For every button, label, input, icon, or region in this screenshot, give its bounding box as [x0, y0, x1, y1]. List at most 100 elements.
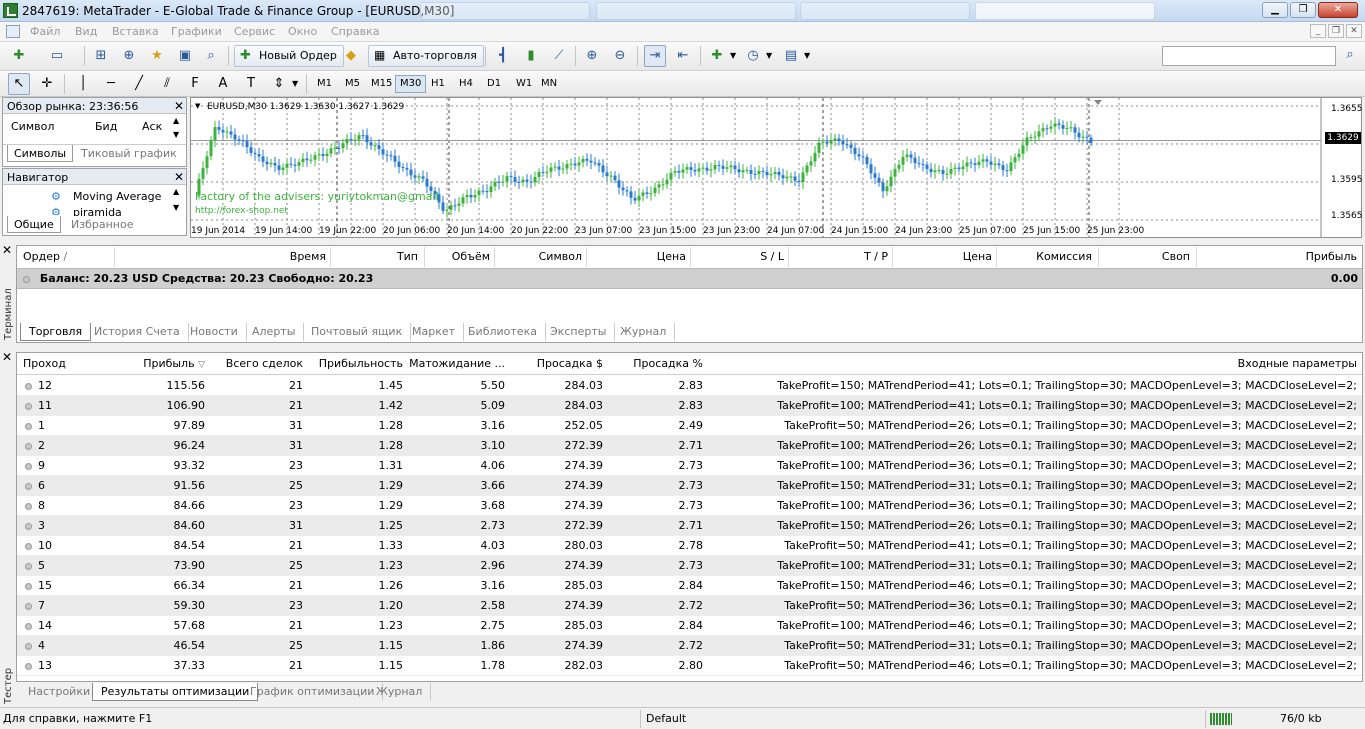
timeframe-h1[interactable]: H1 — [426, 75, 450, 93]
column-stop-loss[interactable]: S / L — [693, 247, 789, 267]
balance-row[interactable]: Баланс: 20.23 USD Средства: 20.23 Свобод… — [17, 268, 1362, 289]
tab-favorites[interactable]: Избранное — [65, 216, 139, 233]
chevron-down-icon[interactable]: ▼ — [766, 51, 772, 60]
profiles-icon[interactable]: ▭ — [46, 45, 68, 67]
mdi-restore-button[interactable]: ❐ — [1328, 24, 1344, 38]
timeframe-w1[interactable]: W1 — [511, 75, 537, 93]
table-row[interactable]: 5 73.90 25 1.23 2.96 274.39 2.73 TakeProfit=100… — [17, 556, 1362, 576]
search-input[interactable] — [1162, 46, 1336, 66]
vertical-line-icon[interactable]: │ — [72, 73, 94, 95]
text-label-icon[interactable]: T — [240, 73, 262, 95]
templates-icon[interactable]: ▤ — [780, 45, 802, 67]
table-row[interactable]: 3 84.60 31 1.25 2.73 272.39 2.71 TakeProfit=150… — [17, 516, 1362, 536]
column-commission[interactable]: Комиссия — [999, 247, 1099, 267]
menu-window[interactable]: Окно — [288, 25, 317, 38]
tab-trade[interactable]: Торговля — [20, 323, 92, 341]
terminal-icon[interactable]: ▣ — [174, 45, 196, 67]
fibonacci-icon[interactable]: F — [184, 73, 206, 95]
indicators-icon[interactable]: ✚ — [706, 45, 728, 67]
tab-tick-chart[interactable]: Тиковый график — [75, 145, 183, 162]
column-symbol[interactable]: Символ — [497, 247, 587, 267]
tab-market[interactable]: Маркет — [404, 323, 465, 341]
line-chart-icon[interactable]: ⟋ — [548, 45, 570, 67]
minimize-button[interactable]: ▁ — [1262, 2, 1288, 18]
equidistant-channel-icon[interactable]: ⫽ — [156, 73, 178, 95]
column-profit-factor[interactable]: Прибыльность — [307, 354, 403, 374]
tab-experts[interactable]: Эксперты — [542, 323, 616, 341]
navigator-item-piramida[interactable]: piramida — [73, 206, 122, 216]
text-icon[interactable]: A — [212, 73, 234, 95]
column-drawdown-percent[interactable]: Просадка % — [607, 354, 703, 374]
column-drawdown-usd[interactable]: Просадка $ — [507, 354, 603, 374]
timeframe-m15[interactable]: M15 — [366, 75, 397, 93]
menu-help[interactable]: Справка — [331, 25, 379, 38]
table-row[interactable]: 10 84.54 21 1.33 4.03 280.03 2.78 TakeProfit=50… — [17, 536, 1362, 556]
tab-alerts[interactable]: Алерты — [244, 323, 305, 341]
horizontal-line-icon[interactable]: ─ — [100, 73, 122, 95]
tab-news[interactable]: Новости — [182, 323, 247, 341]
maximize-button[interactable]: ❐ — [1290, 2, 1316, 18]
chart-window-icon[interactable] — [6, 25, 20, 38]
navigator-icon[interactable]: ★ — [146, 45, 168, 67]
navigator-item-moving-average[interactable]: Moving Average — [73, 190, 161, 203]
tab-optimization-graph[interactable]: График оптимизации — [242, 683, 384, 701]
chart-menu-triangle-icon[interactable]: ▼ — [195, 102, 200, 110]
table-row[interactable]: 8 84.66 23 1.29 3.68 274.39 2.73 TakeProfit=100… — [17, 496, 1362, 516]
scroll-up-icon[interactable]: ▲ — [173, 116, 179, 125]
table-row[interactable]: 1 97.89 31 1.28 3.16 252.05 2.49 TakeProfit=50;… — [17, 416, 1362, 436]
column-order[interactable]: Ордер / — [23, 247, 115, 267]
tab-common[interactable]: Общие — [7, 216, 61, 233]
table-row[interactable]: 7 59.30 23 1.20 2.58 274.39 2.72 TakeProfit=50;… — [17, 596, 1362, 616]
timeframe-mn[interactable]: MN — [536, 75, 562, 93]
tab-symbols[interactable]: Символы — [7, 145, 74, 162]
column-price-current[interactable]: Цена — [895, 247, 997, 267]
column-pass[interactable]: Проход — [23, 354, 107, 374]
tab-tester-journal[interactable]: Журнал — [368, 683, 432, 701]
table-row[interactable]: 2 96.24 31 1.28 3.10 272.39 2.71 TakeProfit=100… — [17, 436, 1362, 456]
mdi-minimize-button[interactable]: _ — [1310, 24, 1326, 38]
timeframe-m30[interactable]: M30 — [395, 75, 427, 93]
price-chart[interactable]: ▼ EURUSD,M30 1.3629 1.3630 1.3627 1.3629… — [190, 97, 1362, 238]
column-ask[interactable]: Аск — [142, 120, 162, 133]
table-row[interactable]: 9 93.32 23 1.31 4.06 274.39 2.73 TakeProfit=100… — [17, 456, 1362, 476]
column-symbol[interactable]: Символ — [11, 120, 54, 133]
column-type[interactable]: Тип — [333, 247, 425, 267]
column-take-profit[interactable]: T / P — [791, 247, 893, 267]
chevron-down-icon[interactable]: ▼ — [730, 51, 736, 60]
table-row[interactable]: 14 57.68 21 1.23 2.75 285.03 2.84 TakeProfit=10… — [17, 616, 1362, 636]
chart-shift-icon[interactable]: ⇤ — [672, 45, 694, 67]
chevron-down-icon[interactable]: ▼ — [804, 51, 810, 60]
cursor-icon[interactable]: ↖ — [8, 73, 30, 95]
trendline-icon[interactable]: ╱ — [128, 73, 150, 95]
timeframe-h4[interactable]: H4 — [454, 75, 478, 93]
tester-icon[interactable]: ⌕ — [200, 45, 222, 67]
menu-tools[interactable]: Сервис — [234, 25, 275, 38]
menu-insert[interactable]: Вставка — [112, 25, 159, 38]
tab-account-history[interactable]: История Счета — [86, 323, 189, 341]
column-price[interactable]: Цена — [589, 247, 691, 267]
menu-file[interactable]: Файл — [30, 25, 60, 38]
candlestick-chart-icon[interactable]: ▮ — [520, 45, 542, 67]
zoom-in-icon[interactable]: ⊕ — [581, 45, 603, 67]
table-row[interactable]: 6 91.56 25 1.29 3.66 274.39 2.73 TakeProfit=150… — [17, 476, 1362, 496]
menu-view[interactable]: Вид — [75, 25, 97, 38]
close-icon[interactable]: ✕ — [174, 100, 184, 112]
autotrading-button[interactable]: ▦ Авто-торговля — [368, 45, 484, 67]
tab-mailbox[interactable]: Почтовый ящик — [303, 323, 412, 341]
scroll-down-icon[interactable]: ▼ — [173, 130, 179, 139]
tester-close-icon[interactable]: ✕ — [2, 350, 12, 364]
column-input-parameters[interactable]: Входные параметры — [707, 354, 1357, 374]
table-row[interactable]: 15 66.34 21 1.26 3.16 285.03 2.84 TakeProfit=15… — [17, 576, 1362, 596]
column-bid[interactable]: Бид — [95, 120, 117, 133]
terminal-close-icon[interactable]: ✕ — [2, 243, 12, 257]
meta-editor-icon[interactable]: ◆ — [340, 45, 362, 67]
new-order-button[interactable]: ✚ Новый Ордер — [234, 45, 344, 67]
tab-optimization-results[interactable]: Результаты оптимизации — [92, 683, 259, 701]
crosshair-icon[interactable]: ✛ — [36, 73, 58, 95]
mdi-close-button[interactable]: ✕ — [1346, 24, 1362, 38]
periods-icon[interactable]: ◷ — [742, 45, 764, 67]
search-icon[interactable]: ⌕ — [1339, 46, 1361, 66]
column-profit[interactable]: Прибыль — [1199, 247, 1361, 267]
table-row[interactable]: 11 106.90 21 1.42 5.09 284.03 2.83 TakeProfit=1… — [17, 396, 1362, 416]
close-button[interactable]: ✕ — [1318, 2, 1358, 18]
